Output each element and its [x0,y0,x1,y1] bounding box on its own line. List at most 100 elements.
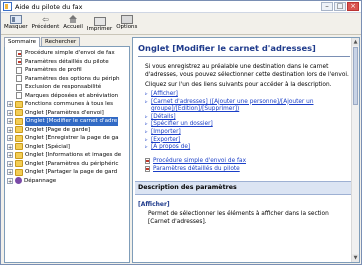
topic-link-item[interactable]: ▹ [Spécifier un dossier] [145,121,350,129]
topic-link[interactable]: [Importer] [151,129,181,137]
hide-button[interactable]: Masquer [4,13,28,31]
hide-button-label: Masquer [4,24,28,30]
tree-item[interactable]: + Onglet [Paramètres du périphéric [7,160,129,169]
tree-item-label: Onglet [Page de garde] [25,126,91,133]
back-button[interactable]: ⇦ Précédent [32,13,60,31]
topic-link[interactable]: [Afficher] [151,91,178,99]
tree-item[interactable]: + Dépannage [7,177,129,186]
tree-item[interactable]: Paramètres détaillés du pilote [7,58,129,67]
contents-tree-box: Procédure simple d'envoi de fax Paramètre… [4,46,130,263]
topic-pane: Onglet [Modifier le carnet d'adresses] S… [132,37,360,263]
expand-icon[interactable]: + [7,169,13,176]
tree-item-label: Onglet [Paramètres d'envoi] [25,109,104,116]
topic-link-item[interactable]: ▹ [Importer] [145,129,350,137]
subsection-text: Permet de sélectionner les éléments à af… [148,210,329,225]
hide-pane-icon [9,15,22,24]
expand-icon[interactable]: + [7,118,13,125]
tree-item-label: Fonctions communes à tous les [25,101,114,107]
print-button[interactable]: Imprimer [87,13,112,33]
related-topic-link[interactable]: Paramètres détaillés du pilote [153,165,240,173]
close-button[interactable]: × [347,2,359,11]
tree-item-label: Procédure simple d'envoi de fax [25,50,115,56]
tree-item[interactable]: Marques déposées et abréviation [7,92,129,101]
related-topic-item[interactable]: Paramètres détaillés du pilote [145,165,350,173]
folder-icon [15,151,23,159]
related-topic-link[interactable]: Procédure simple d'envoi de fax [153,157,246,165]
folder-icon [15,109,23,117]
folder-icon [15,134,23,142]
topic-link-item[interactable]: ▹ [Carnet d'adresses] ([Ajouter une perso… [145,99,350,114]
tab-contents[interactable]: Sommaire [4,37,40,47]
tree-item[interactable]: + Onglet [Spécial] [7,143,129,152]
options-button[interactable]: Options [116,13,137,31]
related-topics: Procédure simple d'envoi de fax Paramètr… [145,157,350,173]
expand-icon[interactable]: + [7,177,13,185]
topic-link-item[interactable]: ▹ [Afficher] [145,91,350,99]
tree-item-label: Onglet [Enregistrer la page de ga [25,135,119,141]
home-icon [67,15,79,24]
page-icon [16,66,22,74]
topic-link-item[interactable]: ▹ [Exporter] [145,137,350,145]
expand-icon[interactable]: + [7,101,13,108]
folder-icon [15,126,23,134]
expand-icon[interactable]: + [7,143,13,151]
home-button-label: Accueil [63,24,83,30]
title-bar: Aide du pilote du fax – □ × [1,1,361,13]
vertical-scrollbar[interactable]: ▲ ▼ [351,38,359,262]
expand-icon[interactable]: + [7,126,13,134]
window-title: Aide du pilote du fax [15,2,83,11]
navigation-pane: Sommaire Rechercher Procédure simple d'e… [4,37,130,263]
tree-item[interactable]: + Onglet [Informations et images de [7,151,129,160]
title-divider [138,56,350,57]
topic-link[interactable]: [A propos de] [151,144,190,152]
tree-item-label: Marques déposées et abréviation [25,92,119,99]
help-window: Aide du pilote du fax – □ × Masquer ⇦ Pr… [0,0,362,265]
tree-item-label: Onglet [Partager la page de gard [25,169,118,175]
topic-link-item[interactable]: ▹ [A propos de] [145,144,350,152]
maximize-button[interactable]: □ [334,2,346,11]
troubleshoot-icon [15,177,22,185]
tree-item[interactable]: Procédure simple d'envoi de fax [7,49,129,58]
related-topic-item[interactable]: Procédure simple d'envoi de fax [145,157,350,165]
tree-item[interactable]: + Onglet [Paramètres d'envoi] [7,109,129,118]
topic-link[interactable]: [Exporter] [151,137,180,145]
print-icon [93,17,106,26]
tree-item[interactable]: Paramètres des options du périph [7,75,129,84]
back-button-label: Précédent [31,24,60,30]
expand-icon[interactable]: + [7,160,13,168]
tree-item[interactable]: Paramètres de profil [7,66,129,75]
tree-item-label: Exclusion de responsabilité [25,84,102,90]
help-page-icon [145,157,150,164]
tree-item[interactable]: + Onglet [Modifier le carnet d'adre [7,117,129,126]
tree-item[interactable]: Exclusion de responsabilité [7,83,129,92]
back-arrow-icon: ⇦ [42,15,49,24]
minimize-button[interactable]: – [321,2,333,11]
tree-item-label: Paramètres des options du périph [25,75,120,82]
contents-tree: Procédure simple d'envoi de fax Paramètre… [7,49,129,185]
expand-icon[interactable]: + [7,135,13,142]
folder-icon [15,143,23,151]
help-page-icon [145,165,150,172]
home-button[interactable]: Accueil [63,13,83,31]
tree-item[interactable]: + Fonctions communes à tous les [7,100,129,109]
tree-item[interactable]: + Onglet [Enregistrer la page de ga [7,134,129,143]
tree-item[interactable]: + Onglet [Page de garde] [7,126,129,135]
help-page-icon [16,49,22,57]
scroll-down-icon[interactable]: ▼ [352,254,359,262]
options-icon [120,15,133,24]
print-button-label: Imprimer [86,26,113,32]
scroll-thumb[interactable] [353,47,358,105]
tree-item-label: Onglet [Spécial] [25,143,70,150]
expand-icon[interactable]: + [7,152,13,159]
scroll-up-icon[interactable]: ▲ [352,38,359,46]
expand-icon[interactable]: + [7,109,13,117]
tree-item[interactable]: + Onglet [Partager la page de gard [7,168,129,177]
topic-link[interactable]: [Carnet d'adresses] ([Ajouter une person… [151,99,350,114]
intro-paragraph: Si vous enregistrez au préalable une des… [145,64,349,78]
topic-link[interactable]: [Spécifier un dossier] [151,121,213,129]
tree-item-label: Onglet [Informations et images de [25,152,122,158]
